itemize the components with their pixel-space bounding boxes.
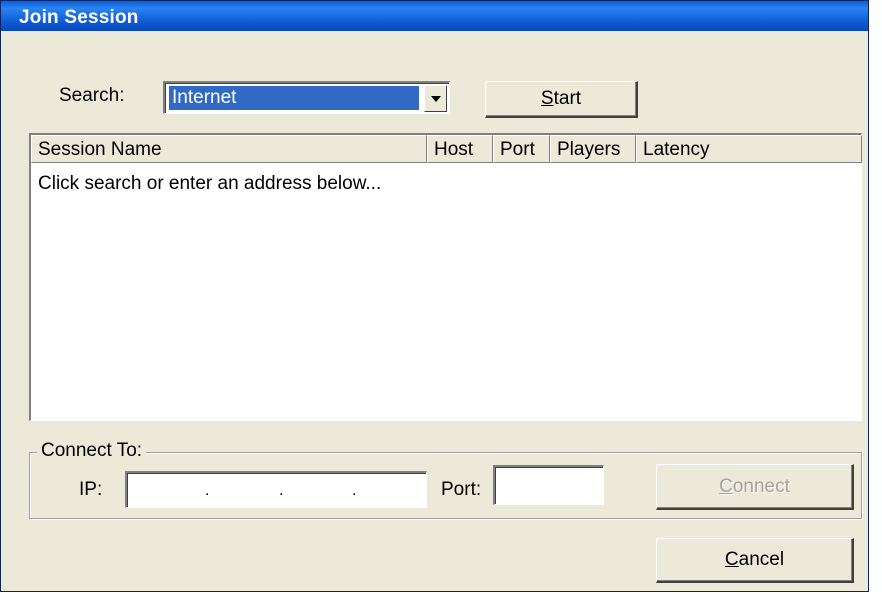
column-latency[interactable]: Latency (636, 135, 862, 163)
session-list-empty-message: Click search or enter an address below..… (38, 173, 382, 194)
cancel-button-accel: C (724, 549, 739, 570)
ip-address-field[interactable]: . . . (125, 471, 427, 508)
search-label: Search: (59, 85, 125, 106)
session-list-header: Session Name Host Port Players Latency (31, 135, 862, 163)
column-port[interactable]: Port (493, 135, 550, 163)
ip-separator: . (352, 482, 357, 499)
title-bar[interactable]: Join Session (1, 1, 868, 31)
connect-to-label: Connect To: (37, 440, 147, 462)
cancel-button[interactable]: Cancel (656, 538, 854, 583)
search-dropdown[interactable]: Internet (163, 81, 450, 114)
connect-button-label: onnect (732, 475, 790, 497)
cancel-button-label: ancel (738, 549, 785, 570)
column-players[interactable]: Players (550, 135, 636, 163)
port-label: Port: (441, 479, 482, 500)
ip-label: IP: (79, 479, 103, 500)
search-dropdown-value: Internet (169, 86, 419, 110)
ip-separator: . (205, 482, 210, 499)
ip-separator: . (279, 482, 284, 499)
connect-button-accel: C (719, 475, 733, 497)
start-button-label: tart (553, 88, 582, 109)
start-button-accel: S (540, 88, 554, 109)
port-field[interactable] (493, 465, 604, 505)
chevron-down-icon[interactable] (424, 85, 447, 112)
join-session-dialog: Join Session Search: Internet Start Sess… (0, 0, 869, 592)
session-list[interactable]: Session Name Host Port Players Latency C… (29, 133, 862, 421)
dialog-title: Join Session (19, 7, 139, 28)
column-session-name[interactable]: Session Name (31, 135, 427, 163)
start-button[interactable]: Start (485, 81, 638, 118)
column-host[interactable]: Host (427, 135, 493, 163)
connect-button[interactable]: Connect (656, 464, 854, 510)
